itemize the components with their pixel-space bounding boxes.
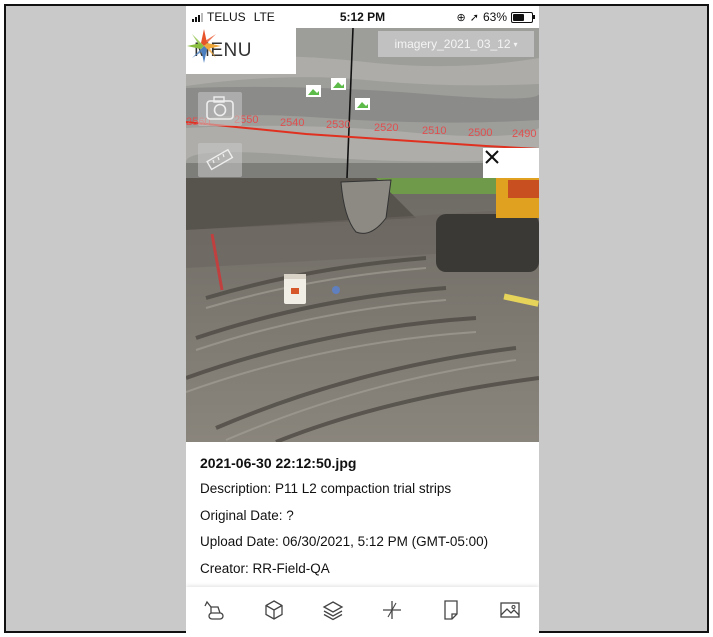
- imagery-select[interactable]: imagery_2021_03_12 ▾: [378, 31, 534, 57]
- menu-button[interactable]: MENU: [186, 28, 296, 74]
- documents-tab-button[interactable]: [435, 594, 467, 626]
- close-button[interactable]: [483, 148, 539, 178]
- excavator-tab-button[interactable]: [199, 594, 231, 626]
- chainage-label: 2490: [512, 128, 536, 140]
- close-icon: [485, 150, 499, 164]
- chainage-label: 2500: [468, 127, 492, 139]
- cube-icon: [265, 600, 283, 620]
- rotation-lock-icon: ⊕: [456, 11, 466, 24]
- measure-tab-button[interactable]: [376, 594, 408, 626]
- photos-tab-button[interactable]: [494, 594, 526, 626]
- image-icon: [499, 602, 520, 618]
- battery-percent: 63%: [482, 10, 507, 24]
- status-right: ⊕ ➚ 63%: [456, 10, 535, 24]
- chainage-label: 2520: [374, 122, 398, 134]
- app-logo-icon: [187, 29, 221, 63]
- chainage-label: 2530: [326, 119, 350, 131]
- ruler-icon: [206, 148, 234, 171]
- document-icon: [444, 600, 458, 620]
- excavator-icon: [204, 600, 225, 620]
- location-arrow-icon: ➚: [469, 11, 479, 24]
- photo-marker[interactable]: [306, 85, 321, 97]
- bottom-toolbar: [186, 587, 539, 633]
- camera-tool-button[interactable]: [198, 92, 242, 126]
- photo-original-date: Original Date: ?: [200, 507, 294, 523]
- chevron-down-icon: ▾: [513, 39, 518, 49]
- layers-icon: [322, 601, 344, 621]
- measure-tool-button[interactable]: [198, 143, 242, 177]
- phone-screen: TELUS LTE 5:12 PM ⊕ ➚ 63% 2550 2540 2530…: [186, 6, 539, 633]
- site-photo[interactable]: [186, 178, 539, 442]
- chainage-label: 2510: [422, 125, 446, 137]
- photo-details: 2021-06-30 22:12:50.jpg Description: P11…: [200, 442, 530, 582]
- photo-upload-date: Upload Date: 06/30/2021, 5:12 PM (GMT-05…: [200, 534, 489, 549]
- photo-filename: 2021-06-30 22:12:50.jpg: [200, 455, 357, 471]
- map-view[interactable]: 2560 2550 2540 2530 2520 2510 2500 2490: [186, 28, 539, 178]
- photo-description: Description: P11 L2 compaction trial str…: [200, 481, 452, 496]
- 3d-view-tab-button[interactable]: [258, 594, 290, 626]
- photo-marker[interactable]: [355, 98, 370, 110]
- chainage-label: 2540: [280, 117, 304, 129]
- photo-creator: Creator: RR-Field-QA: [200, 560, 330, 576]
- imagery-select-value: imagery_2021_03_12: [394, 37, 511, 51]
- battery-icon: [511, 11, 535, 23]
- photo-marker[interactable]: [331, 78, 346, 90]
- layers-tab-button[interactable]: [317, 594, 349, 626]
- construction-photo-image: [186, 178, 539, 442]
- status-bar: TELUS LTE 5:12 PM ⊕ ➚ 63%: [186, 6, 539, 28]
- camera-icon: [206, 96, 234, 120]
- measure-icon: [382, 601, 401, 619]
